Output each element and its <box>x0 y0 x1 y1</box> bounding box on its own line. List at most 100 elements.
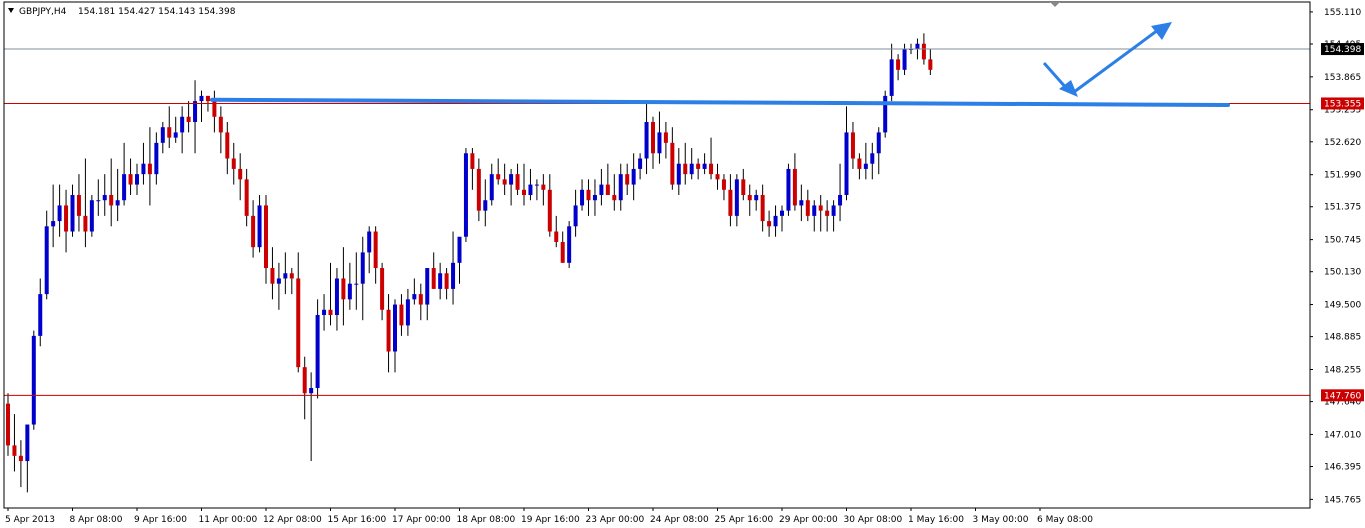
candle-body <box>657 132 662 154</box>
candle-body <box>612 195 617 201</box>
candle-body <box>651 121 655 154</box>
candle-body <box>773 215 778 227</box>
candle-body <box>567 226 572 263</box>
candle-body <box>786 168 791 211</box>
candle-body <box>702 163 707 169</box>
candle-body <box>225 132 230 159</box>
symbol-timeframe-label: GBPJPY,H4 <box>19 7 67 17</box>
candle-body <box>128 174 133 185</box>
candle-body <box>167 127 172 138</box>
chart-canvas[interactable]: 155.110154.495153.865153.235152.620151.9… <box>0 0 1365 528</box>
candle-body <box>515 174 520 190</box>
candle-body <box>102 195 107 201</box>
candle-body <box>218 116 223 133</box>
candle-body <box>876 132 881 154</box>
candle-body <box>780 210 784 216</box>
y-tick-label: 149.500 <box>1324 301 1361 311</box>
candle-body <box>180 116 185 133</box>
candle-body <box>631 168 636 185</box>
candle-body <box>605 184 610 196</box>
candle-body <box>496 174 501 180</box>
x-tick-label: 18 Apr 08:00 <box>457 515 516 525</box>
candle-body <box>863 163 868 169</box>
candle-body <box>625 174 630 185</box>
y-tick-label: 145.765 <box>1324 495 1361 505</box>
candle-body <box>663 132 668 143</box>
candle-body <box>399 304 404 326</box>
x-tick-label: 9 Apr 16:00 <box>134 515 187 525</box>
candle-body <box>838 195 843 206</box>
candle-body <box>418 294 423 305</box>
candle-body <box>522 189 526 196</box>
x-tick-label: 8 Apr 08:00 <box>70 515 123 525</box>
y-tick-label: 151.990 <box>1324 171 1361 181</box>
candle-body <box>231 158 236 169</box>
candle-body <box>896 59 901 70</box>
candle-body <box>805 200 810 216</box>
x-tick-label: 15 Apr 16:00 <box>328 515 387 525</box>
candle-body <box>457 236 462 263</box>
candle-body <box>322 309 327 315</box>
candle-body <box>328 309 333 315</box>
candle-body <box>560 241 565 263</box>
candle-body <box>244 179 249 216</box>
y-tick-label: 146.395 <box>1324 463 1361 473</box>
candle-body <box>309 388 314 394</box>
candle-body <box>857 158 862 169</box>
candle-body <box>573 205 578 227</box>
candle-body <box>96 200 101 202</box>
candle-body <box>186 116 191 122</box>
candle-body <box>696 163 701 169</box>
candle-body <box>283 273 288 279</box>
candle-body <box>412 294 417 300</box>
candle <box>883 90 888 138</box>
candle <box>89 195 94 237</box>
candle-body <box>915 43 920 49</box>
candle-body <box>928 59 933 70</box>
x-tick-label: 25 Apr 16:00 <box>715 515 774 525</box>
candle-body <box>31 335 36 425</box>
candle-body <box>760 195 765 222</box>
candlestick-chart[interactable]: 155.110154.495153.865153.235152.620151.9… <box>0 0 1365 528</box>
candle-body <box>767 221 772 227</box>
candle-body <box>347 283 352 300</box>
candle-body <box>754 195 759 201</box>
candle-body <box>173 132 178 138</box>
candle-body <box>438 273 443 289</box>
candle-body <box>870 153 875 164</box>
candle-body <box>921 43 926 60</box>
candle <box>567 221 572 269</box>
candle-body <box>463 153 468 237</box>
candle-body <box>141 163 146 175</box>
x-tick-label: 30 Apr 08:00 <box>844 515 903 525</box>
candle-body <box>405 299 410 326</box>
candle-body <box>709 163 714 175</box>
y-tick-label: 148.885 <box>1324 333 1361 343</box>
candle-body <box>18 455 23 462</box>
candle-body <box>644 121 649 159</box>
candle-body <box>554 231 559 242</box>
candle-body <box>122 174 127 201</box>
candle-body <box>302 367 307 394</box>
candle-body <box>825 210 830 216</box>
y-tick-label: 150.745 <box>1324 236 1361 246</box>
y-tick-label: 150.130 <box>1324 268 1361 278</box>
x-tick-label: 24 Apr 08:00 <box>650 515 709 525</box>
candle-body <box>509 174 514 185</box>
candle-body <box>444 273 449 289</box>
candle-body <box>25 424 30 462</box>
candle-body <box>83 215 88 232</box>
candle-body <box>341 278 346 300</box>
candle-body <box>199 95 204 102</box>
candle-body <box>812 205 817 216</box>
candle-body <box>470 153 475 169</box>
candle-body <box>831 205 836 216</box>
candle-body <box>721 179 726 190</box>
candle-body <box>135 174 139 185</box>
candle-body <box>734 179 739 216</box>
candle-body <box>109 195 114 206</box>
candle-body <box>360 252 365 284</box>
x-tick-label: 1 May 16:00 <box>908 515 964 525</box>
x-tick-label: 12 Apr 08:00 <box>263 515 322 525</box>
candle-body <box>257 205 262 248</box>
